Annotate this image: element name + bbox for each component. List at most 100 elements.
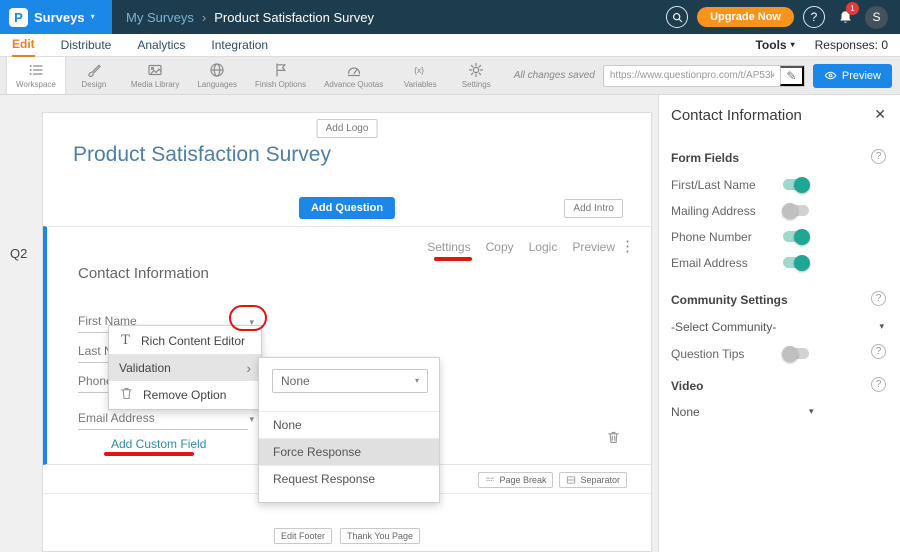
- toolbar-item-label: Languages: [197, 80, 237, 89]
- breadcrumb-separator: ›: [202, 10, 206, 25]
- video-heading: Video: [671, 379, 703, 393]
- eye-icon: [824, 69, 837, 82]
- question-code: Q2: [10, 246, 27, 261]
- question-actions: Settings Copy Logic Preview: [427, 240, 615, 254]
- toolbar-item-label: Advance Quotas: [324, 80, 383, 89]
- tab-integration[interactable]: Integration: [211, 34, 268, 57]
- form-fields-help-icon[interactable]: ?: [871, 149, 886, 164]
- preview-button[interactable]: Preview: [813, 64, 892, 88]
- field-options-context-menu: T Rich Content Editor Validation › Remov…: [108, 325, 262, 410]
- menu-item-validation[interactable]: Validation ›: [109, 354, 261, 381]
- edit-url-pencil-icon[interactable]: ✎: [780, 66, 804, 86]
- rich-text-icon: T: [119, 333, 132, 348]
- toggle-email-address[interactable]: [783, 257, 809, 268]
- toolbar-item-media-library[interactable]: Media Library: [122, 57, 188, 94]
- toolbar-item-languages[interactable]: Languages: [188, 57, 246, 94]
- menu-item-rich-content-editor[interactable]: T Rich Content Editor: [109, 327, 261, 354]
- toggle-question-tips[interactable]: [783, 348, 809, 359]
- add-logo-button[interactable]: Add Logo: [317, 119, 378, 138]
- add-intro-button[interactable]: Add Intro: [564, 199, 623, 218]
- chevron-down-icon: ▾: [415, 377, 419, 385]
- add-question-button[interactable]: Add Question: [299, 197, 395, 219]
- question-preview-action[interactable]: Preview: [572, 240, 615, 254]
- survey-title[interactable]: Product Satisfaction Survey: [73, 143, 331, 167]
- toolbar-item-advance-quotas[interactable]: Advance Quotas: [315, 57, 392, 94]
- toolbar-item-design[interactable]: Design: [66, 57, 122, 94]
- validation-option-none[interactable]: None: [259, 411, 439, 438]
- questionpro-logo: P: [9, 8, 28, 27]
- workspace-icon: [28, 62, 44, 78]
- question-copy-action[interactable]: Copy: [486, 240, 514, 254]
- question-more-menu-icon[interactable]: ⋮: [620, 237, 635, 255]
- toolbar-item-label: Media Library: [131, 80, 179, 89]
- video-select[interactable]: None: [671, 405, 700, 419]
- toggle-knob: [794, 255, 810, 271]
- tab-edit[interactable]: Edit: [12, 34, 35, 57]
- video-select-chevron-icon[interactable]: ▾: [809, 406, 814, 417]
- edit-footer-button[interactable]: Edit Footer: [274, 528, 332, 544]
- separator-button[interactable]: Separator: [559, 472, 627, 488]
- community-settings-help-icon[interactable]: ?: [871, 291, 886, 306]
- page-break-label: Page Break: [499, 475, 546, 485]
- tools-menu-label: Tools: [755, 38, 786, 52]
- thank-you-page-button[interactable]: Thank You Page: [340, 528, 420, 544]
- svg-text:{x}: {x}: [414, 65, 424, 75]
- trash-icon: [119, 386, 134, 404]
- question-title[interactable]: Contact Information: [78, 265, 209, 282]
- form-field-email: Email Address ▾: [78, 409, 248, 430]
- toolbar-item-settings[interactable]: Settings: [448, 57, 504, 94]
- tab-distribute[interactable]: Distribute: [61, 34, 112, 57]
- menu-item-remove-option[interactable]: Remove Option: [109, 381, 261, 408]
- question-settings-sidebar: Contact Information ✕ Form Fields ? Firs…: [658, 95, 900, 552]
- media-library-icon: [147, 62, 163, 78]
- validation-option-request-response[interactable]: Request Response: [259, 465, 439, 492]
- variables-icon: {x}: [412, 62, 428, 78]
- product-switcher[interactable]: P Surveys ▾: [0, 0, 112, 34]
- menu-item-label: Rich Content Editor: [141, 334, 245, 348]
- separator-label: Separator: [580, 475, 620, 485]
- user-avatar[interactable]: S: [865, 6, 888, 29]
- toolbar-item-workspace[interactable]: Workspace: [6, 57, 66, 94]
- community-select[interactable]: -Select Community-: [671, 320, 776, 334]
- toggle-label-first-last-name: First/Last Name: [671, 178, 756, 192]
- help-icon[interactable]: ?: [803, 6, 825, 28]
- validation-select[interactable]: None ▾: [272, 369, 428, 393]
- tab-analytics[interactable]: Analytics: [137, 34, 185, 57]
- toolbar-item-variables[interactable]: {x} Variables: [392, 57, 448, 94]
- toolbar-item-label: Design: [81, 80, 106, 89]
- top-bar-actions: Upgrade Now ? 1 S: [666, 6, 900, 29]
- toggle-knob: [782, 203, 798, 219]
- toolbar-item-finish-options[interactable]: Finish Options: [246, 57, 315, 94]
- breadcrumb-my-surveys[interactable]: My Surveys: [126, 10, 194, 25]
- validation-option-force-response[interactable]: Force Response: [259, 438, 439, 465]
- toolbar-item-label: Workspace: [16, 80, 56, 89]
- settings-gear-icon: [468, 62, 484, 78]
- question-tips-help-icon[interactable]: ?: [871, 344, 886, 359]
- question-logic-action[interactable]: Logic: [529, 240, 558, 254]
- add-custom-field-link[interactable]: Add Custom Field: [111, 437, 206, 451]
- page-break-icon: [485, 475, 495, 485]
- survey-url-input[interactable]: [604, 70, 780, 81]
- question-settings-action[interactable]: Settings: [427, 240, 470, 254]
- toggle-label-question-tips: Question Tips: [671, 347, 744, 361]
- breadcrumb: My Surveys › Product Satisfaction Survey: [126, 10, 374, 25]
- notifications-bell-icon[interactable]: 1: [834, 6, 856, 28]
- toggle-phone-number[interactable]: [783, 231, 809, 242]
- toggle-mailing-address[interactable]: [783, 205, 809, 216]
- field-options-chevron-icon[interactable]: ▾: [249, 414, 254, 425]
- upgrade-now-button[interactable]: Upgrade Now: [697, 7, 794, 27]
- delete-question-trash-icon[interactable]: [606, 430, 621, 450]
- field-label: Email Address: [78, 411, 155, 425]
- top-bar: P Surveys ▾ My Surveys › Product Satisfa…: [0, 0, 900, 34]
- close-icon[interactable]: ✕: [874, 106, 886, 123]
- page-break-button[interactable]: Page Break: [478, 472, 553, 488]
- advance-quotas-icon: [346, 62, 362, 78]
- search-icon[interactable]: [666, 6, 688, 28]
- toggle-first-last-name[interactable]: [783, 179, 809, 190]
- tools-menu[interactable]: Tools ▾: [755, 38, 794, 52]
- sidebar-title: Contact Information: [671, 107, 802, 124]
- menu-item-label: Remove Option: [143, 388, 226, 402]
- video-help-icon[interactable]: ?: [871, 377, 886, 392]
- community-select-chevron-icon[interactable]: ▾: [879, 321, 884, 332]
- languages-icon: [209, 62, 225, 78]
